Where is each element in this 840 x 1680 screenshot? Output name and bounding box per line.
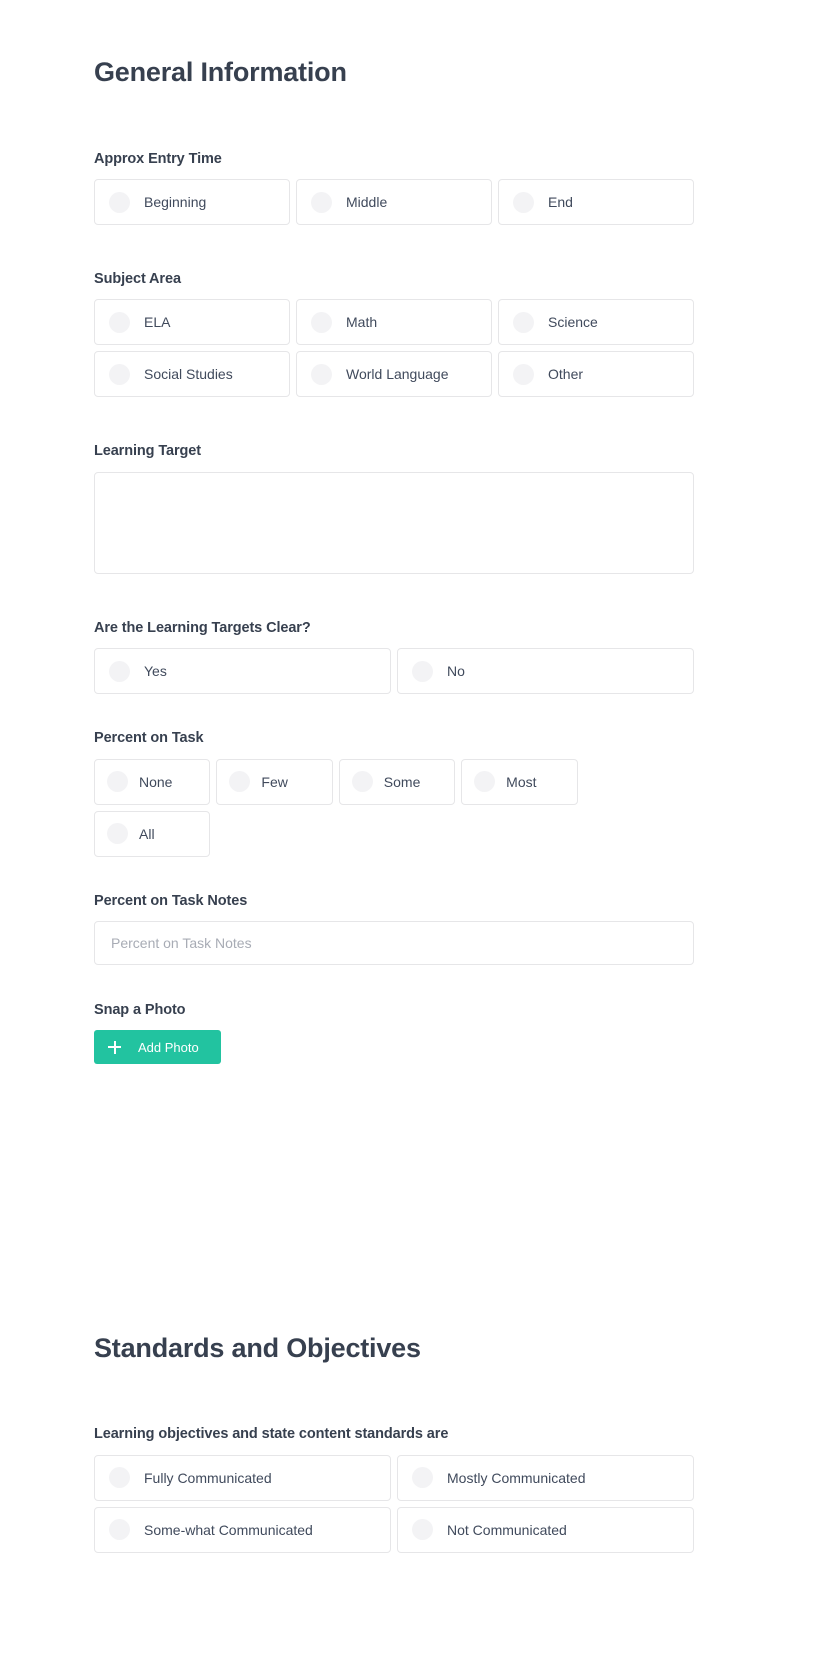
- option-label: Not Communicated: [447, 1521, 567, 1538]
- option-label: Beginning: [144, 194, 207, 211]
- radio-circle-icon[interactable]: [513, 311, 534, 333]
- radio-group-subject-area: ELA Math Science Social Studies World La…: [94, 299, 694, 398]
- radio-circle-icon[interactable]: [109, 191, 130, 213]
- option-not-communicated[interactable]: Not Communicated: [397, 1506, 694, 1553]
- option-label: Fully Communicated: [144, 1469, 272, 1486]
- option-math[interactable]: Math: [296, 299, 492, 346]
- field-label-percent-on-task-notes: Percent on Task Notes: [94, 892, 248, 909]
- radio-circle-icon[interactable]: [229, 771, 251, 793]
- learning-target-input[interactable]: [95, 472, 693, 573]
- radio-circle-icon[interactable]: [109, 1467, 130, 1488]
- radio-group-objectives-communicated: Fully Communicated Mostly Communicated S…: [94, 1454, 694, 1553]
- radio-circle-icon[interactable]: [109, 363, 130, 385]
- field-label-percent-on-task: Percent on Task: [94, 730, 204, 747]
- radio-circle-icon[interactable]: [109, 660, 130, 682]
- radio-circle-icon[interactable]: [311, 191, 332, 213]
- field-label-learning-target: Learning Target: [94, 443, 201, 460]
- learning-target-textarea-wrapper[interactable]: [94, 471, 694, 574]
- option-some[interactable]: Some: [338, 758, 456, 805]
- option-none[interactable]: None: [94, 758, 211, 805]
- radio-circle-icon[interactable]: [107, 771, 128, 793]
- field-snap-a-photo: Snap a Photo Add Photo: [94, 1002, 694, 1065]
- section-title-standards-and-objectives: Standards and Objectives: [94, 1333, 421, 1364]
- option-label: Some-what Communicated: [144, 1521, 313, 1538]
- option-label: Some: [383, 773, 421, 790]
- option-few[interactable]: Few: [216, 758, 333, 805]
- radio-circle-icon[interactable]: [412, 660, 433, 682]
- percent-on-task-notes-input[interactable]: [94, 921, 694, 966]
- option-label: Mostly Communicated: [447, 1469, 586, 1486]
- option-label: All: [139, 825, 155, 842]
- option-label: Science: [548, 314, 598, 331]
- radio-group-learning-targets-clear: Yes No: [94, 648, 694, 695]
- option-label: ELA: [144, 314, 171, 331]
- option-social-studies[interactable]: Social Studies: [94, 351, 290, 398]
- field-label-learning-targets-clear: Are the Learning Targets Clear?: [94, 619, 311, 636]
- option-some-what-communicated[interactable]: Some-what Communicated: [94, 1506, 391, 1553]
- option-all[interactable]: All: [94, 810, 211, 857]
- radio-circle-icon[interactable]: [412, 1467, 433, 1488]
- option-science[interactable]: Science: [498, 299, 694, 346]
- option-label: Math: [346, 314, 378, 331]
- field-subject-area: Subject Area ELA Math Science Social Stu…: [94, 271, 694, 398]
- option-label: End: [548, 194, 573, 211]
- radio-circle-icon[interactable]: [513, 191, 534, 213]
- option-label: None: [139, 773, 173, 790]
- field-learning-targets-clear: Are the Learning Targets Clear? Yes No: [94, 619, 694, 695]
- field-percent-on-task: Percent on Task None Few Some Most All: [94, 730, 694, 857]
- option-mostly-communicated[interactable]: Mostly Communicated: [397, 1454, 694, 1501]
- option-other[interactable]: Other: [498, 351, 694, 398]
- section-title-general-information: General Information: [94, 57, 347, 87]
- radio-circle-icon[interactable]: [311, 311, 332, 333]
- add-photo-button-label: Add Photo: [138, 1039, 199, 1055]
- field-learning-target: Learning Target: [94, 443, 694, 574]
- radio-circle-icon[interactable]: [412, 1519, 433, 1540]
- field-label-subject-area: Subject Area: [94, 271, 181, 288]
- radio-circle-icon[interactable]: [474, 771, 496, 793]
- option-label: World Language: [346, 366, 449, 383]
- plus-icon: [108, 1040, 121, 1054]
- radio-circle-icon[interactable]: [311, 363, 332, 385]
- radio-circle-icon[interactable]: [513, 363, 534, 385]
- option-world-language[interactable]: World Language: [296, 351, 492, 398]
- option-label: Social Studies: [144, 366, 233, 383]
- radio-circle-icon[interactable]: [107, 823, 128, 845]
- option-middle[interactable]: Middle: [296, 179, 492, 226]
- option-fully-communicated[interactable]: Fully Communicated: [94, 1454, 391, 1501]
- option-ela[interactable]: ELA: [94, 299, 290, 346]
- option-label: Few: [261, 773, 288, 790]
- option-label: Yes: [144, 663, 167, 680]
- form-content: General Information Approx Entry Time Be…: [94, 0, 694, 1553]
- option-label: Middle: [346, 194, 388, 211]
- radio-group-percent-on-task: None Few Some Most All: [94, 758, 694, 857]
- option-no[interactable]: No: [397, 648, 694, 695]
- radio-circle-icon[interactable]: [109, 1519, 130, 1540]
- option-label: Other: [548, 366, 584, 383]
- field-approx-entry-time: Approx Entry Time Beginning Middle End: [94, 150, 694, 226]
- radio-circle-icon[interactable]: [109, 311, 130, 333]
- field-label-objectives-communicated: Learning objectives and state content st…: [94, 1426, 449, 1443]
- option-end[interactable]: End: [498, 179, 694, 226]
- field-percent-on-task-notes: Percent on Task Notes: [94, 892, 694, 966]
- option-label: No: [447, 663, 465, 680]
- option-beginning[interactable]: Beginning: [94, 179, 290, 226]
- field-objectives-communicated: Learning objectives and state content st…: [94, 1426, 694, 1553]
- field-label-snap-a-photo: Snap a Photo: [94, 1002, 186, 1019]
- add-photo-button[interactable]: Add Photo: [94, 1030, 221, 1065]
- option-yes[interactable]: Yes: [94, 648, 391, 695]
- field-label-approx-entry-time: Approx Entry Time: [94, 150, 222, 167]
- option-label: Most: [506, 773, 537, 790]
- radio-circle-icon[interactable]: [351, 771, 373, 793]
- option-most[interactable]: Most: [461, 758, 578, 805]
- form-page: General Information Approx Entry Time Be…: [0, 0, 840, 1680]
- radio-group-approx-entry-time: Beginning Middle End: [94, 179, 694, 226]
